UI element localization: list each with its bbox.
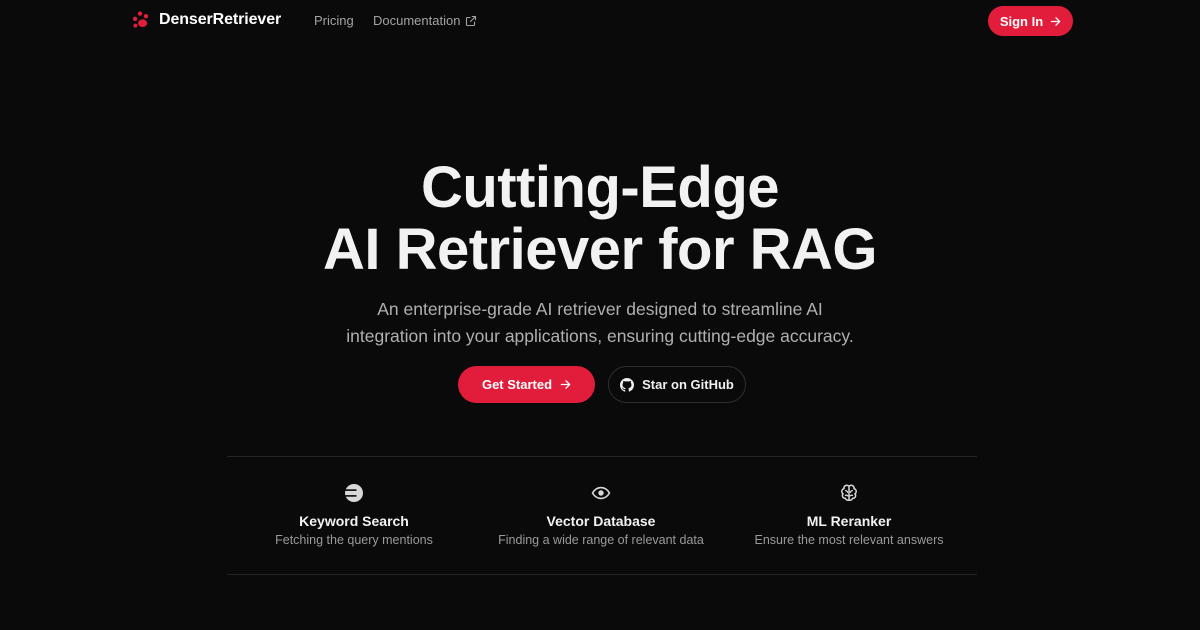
- star-on-github-button[interactable]: Star on GitHub: [608, 366, 746, 403]
- feature-description: Fetching the query mentions: [275, 533, 433, 547]
- hero-title: Cutting-Edge AI Retriever for RAG: [0, 157, 1200, 281]
- get-started-button[interactable]: Get Started: [458, 366, 595, 403]
- hero-title-line-2: AI Retriever for RAG: [322, 217, 878, 282]
- get-started-label: Get Started: [481, 377, 553, 392]
- external-link-icon: [466, 15, 477, 26]
- features-divider-bottom: [227, 574, 977, 575]
- brain-icon: [841, 484, 857, 501]
- feature-title: Vector Database: [546, 513, 656, 529]
- feature-title: ML Reranker: [806, 513, 892, 529]
- feature-description: Ensure the most relevant answers: [754, 533, 944, 547]
- hero-title-line-1: Cutting-Edge: [420, 155, 780, 220]
- feature-keyword-search: Keyword Search Fetching the query mentio…: [229, 483, 479, 548]
- nav-link-pricing[interactable]: Pricing: [314, 13, 354, 28]
- feature-vector-database: Vector Database Finding a wide range of …: [476, 483, 726, 548]
- hero-subtitle-line-2: integration into your applications, ensu…: [346, 326, 854, 346]
- github-icon: [620, 377, 635, 392]
- feature-description: Finding a wide range of relevant data: [498, 533, 704, 547]
- sign-in-label: Sign In: [999, 13, 1044, 29]
- arrow-right-icon: [560, 380, 571, 389]
- brand-link[interactable]: DenserRetriever: [132, 11, 281, 29]
- top-nav: DenserRetriever Pricing Documentation Si…: [0, 0, 1200, 42]
- hero-subtitle: An enterprise-grade AI retriever designe…: [300, 296, 900, 350]
- features-divider-top: [227, 456, 977, 457]
- nav-link-pricing-label: Pricing: [314, 13, 354, 28]
- paw-logo-icon: [132, 11, 149, 28]
- sign-in-button[interactable]: Sign In: [988, 6, 1073, 36]
- eye-icon: [591, 486, 611, 500]
- keyword-search-icon: [344, 484, 363, 502]
- brand-name: DenserRetriever: [159, 11, 282, 28]
- star-on-github-label: Star on GitHub: [642, 377, 734, 392]
- hero-subtitle-line-1: An enterprise-grade AI retriever designe…: [377, 299, 823, 319]
- nav-link-documentation[interactable]: Documentation: [373, 13, 477, 28]
- feature-title: Keyword Search: [299, 513, 409, 529]
- nav-link-documentation-label: Documentation: [373, 13, 461, 28]
- feature-ml-reranker: ML Reranker Ensure the most relevant ans…: [724, 483, 974, 548]
- arrow-right-icon: [1050, 16, 1061, 26]
